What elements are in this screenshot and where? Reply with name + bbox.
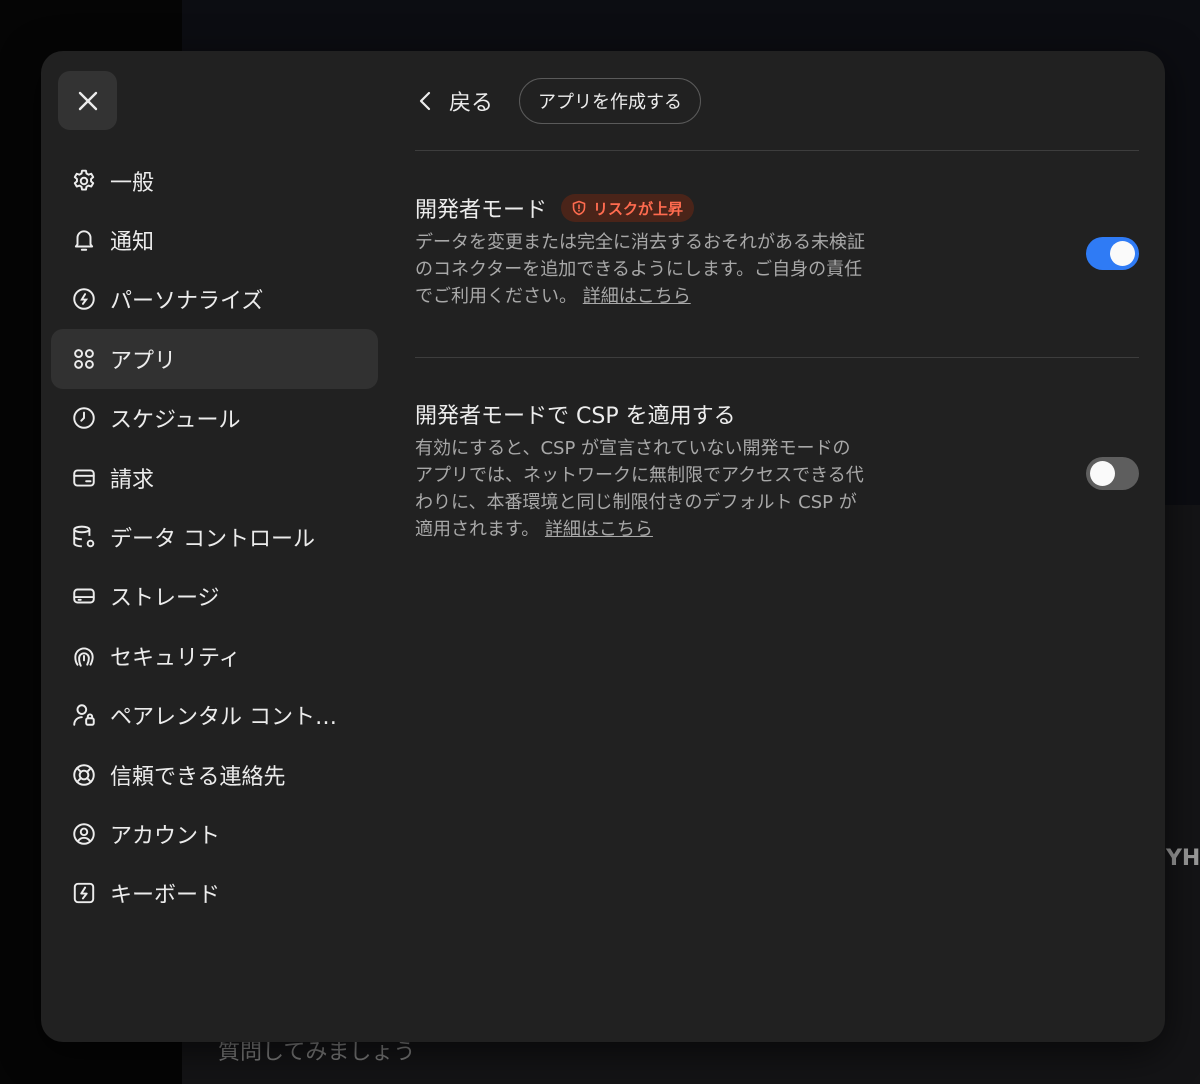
personalize-icon (70, 285, 98, 313)
chevron-left-icon (419, 91, 431, 111)
developer-mode-setting: 開発者モード リスクが上昇 データを変更または完全に消去するおそれがある未検証の… (415, 191, 1139, 310)
sidebar-item-schedule[interactable]: スケジュール (51, 389, 378, 448)
sidebar-item-label: 一般 (110, 170, 155, 196)
sidebar-item-label: データ コントロール (110, 527, 315, 553)
gear-icon (70, 167, 98, 195)
clock-icon (70, 404, 98, 432)
toggle-knob (1090, 461, 1115, 486)
background-edge-text: YHP (1166, 846, 1200, 871)
sidebar-item-account[interactable]: アカウント (51, 804, 378, 863)
csp-toggle[interactable] (1086, 457, 1139, 490)
warning-shield-icon (572, 200, 586, 216)
risk-badge-label: リスクが上昇 (593, 199, 684, 218)
sidebar-item-label: ペアレンタル コント… (110, 705, 337, 731)
developer-mode-description: データを変更または完全に消去するおそれがある未検証のコネクターを追加できるように… (415, 232, 865, 307)
sidebar-item-label: セキュリティ (110, 645, 241, 671)
bell-icon (70, 226, 98, 254)
database-gear-icon (70, 523, 98, 551)
sidebar-item-label: 通知 (110, 230, 155, 256)
keyboard-bolt-icon (70, 879, 98, 907)
sidebar-item-parental-controls[interactable]: ペアレンタル コント… (51, 686, 378, 745)
account-circle-icon (70, 820, 98, 848)
sidebar-item-notifications[interactable]: 通知 (51, 210, 378, 269)
divider (415, 357, 1139, 358)
sidebar-item-storage[interactable]: ストレージ (51, 567, 378, 626)
apps-settings-content: 戻る アプリを作成する 開発者モード リスクが上昇 データを変更または完全に消去… (415, 51, 1139, 1042)
sidebar-item-label: ストレージ (110, 586, 220, 612)
storage-drive-icon (70, 582, 98, 610)
content-topbar: 戻る アプリを作成する (415, 78, 702, 124)
sidebar-item-label: キーボード (110, 883, 221, 909)
learn-more-link[interactable]: 詳細はこちら (545, 519, 653, 540)
back-button[interactable]: 戻る (415, 85, 493, 117)
sidebar-item-keyboard[interactable]: キーボード (51, 864, 378, 923)
csp-setting: 開発者モードで CSP を適用する 有効にすると、CSP が宣言されていない開発… (415, 397, 1139, 543)
sidebar-item-personalize[interactable]: パーソナライズ (51, 270, 378, 329)
csp-description: 有効にすると、CSP が宣言されていない開発モードのアプリでは、ネットワークに無… (415, 438, 864, 540)
sidebar-item-label: アカウント (110, 823, 221, 849)
credit-card-icon (70, 464, 98, 492)
sidebar-item-label: 請求 (110, 467, 155, 493)
sidebar-item-label: アプリ (110, 348, 177, 374)
parental-lock-icon (70, 701, 98, 729)
sidebar-item-label: スケジュール (110, 408, 241, 434)
settings-modal: 一般 通知 パーソナライズ アプリ スケジュール 請求 データ コントロール ス… (41, 51, 1165, 1042)
sidebar-item-billing[interactable]: 請求 (51, 448, 378, 507)
sidebar-item-label: パーソナライズ (110, 289, 264, 315)
csp-title: 開発者モードで CSP を適用する (415, 404, 736, 429)
close-button[interactable] (58, 71, 117, 130)
back-label: 戻る (449, 91, 494, 116)
learn-more-link[interactable]: 詳細はこちら (583, 286, 691, 307)
divider (415, 150, 1139, 151)
sidebar-item-apps[interactable]: アプリ (51, 329, 378, 389)
developer-mode-toggle[interactable] (1086, 237, 1139, 270)
fingerprint-icon (70, 642, 98, 670)
sidebar-item-general[interactable]: 一般 (51, 151, 378, 210)
apps-grid-icon (70, 345, 98, 373)
sidebar-item-trusted-contacts[interactable]: 信頼できる連絡先 (51, 745, 378, 804)
create-app-button[interactable]: アプリを作成する (519, 78, 702, 124)
developer-mode-title: 開発者モード (415, 198, 548, 223)
sidebar-item-security[interactable]: セキュリティ (51, 626, 378, 685)
sidebar-item-label: 信頼できる連絡先 (110, 764, 286, 790)
settings-sidebar: 一般 通知 パーソナライズ アプリ スケジュール 請求 データ コントロール ス… (51, 151, 378, 923)
close-icon (78, 91, 97, 110)
toggle-knob (1110, 241, 1135, 266)
lifebuoy-icon (70, 761, 98, 789)
sidebar-item-data-controls[interactable]: データ コントロール (51, 507, 378, 566)
risk-badge: リスクが上昇 (561, 194, 695, 222)
